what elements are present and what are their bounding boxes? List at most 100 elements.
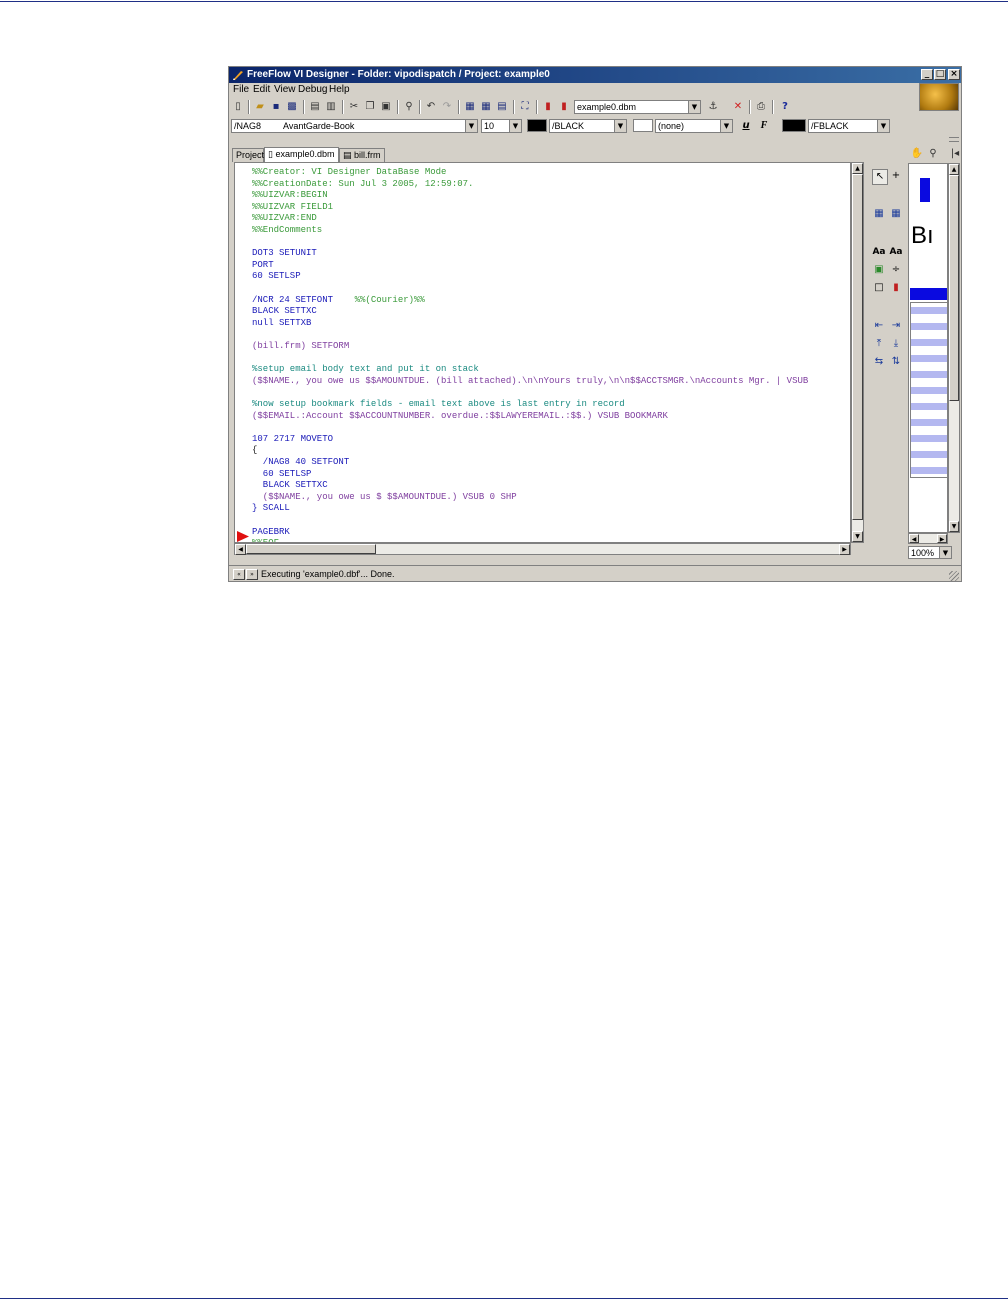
- menu-debug[interactable]: Debug: [298, 84, 327, 95]
- tab-project[interactable]: Project: [232, 148, 264, 162]
- bg-color-select[interactable]: (none) ▼: [655, 119, 733, 133]
- new-file-icon[interactable]: ▯: [231, 100, 245, 114]
- code-editor[interactable]: %%Creator: VI Designer DataBase Mode %%Cr…: [234, 162, 851, 543]
- image-icon[interactable]: ▣: [872, 263, 886, 277]
- file-select-value: example0.dbm: [577, 102, 637, 112]
- scroll-right-arrow-icon[interactable]: ▶: [937, 534, 947, 543]
- fb-color-swatch[interactable]: [782, 119, 806, 132]
- minimize-button[interactable]: _: [921, 69, 933, 80]
- divide-icon[interactable]: ÷: [889, 263, 903, 277]
- scroll-up-arrow-icon[interactable]: ▲: [949, 164, 959, 175]
- debug-icon[interactable]: ▮: [557, 100, 571, 114]
- menu-view[interactable]: View: [274, 84, 296, 95]
- tab-example0-dbm[interactable]: ▯ example0.dbm: [264, 147, 339, 162]
- menu-file[interactable]: File: [233, 84, 249, 95]
- distribute-h-icon[interactable]: ⇆: [872, 355, 886, 369]
- scroll-down-arrow-icon[interactable]: ▼: [852, 531, 863, 542]
- zoom-icon[interactable]: ⚲: [926, 147, 940, 161]
- fullscreen-icon[interactable]: ⛶: [518, 100, 532, 114]
- box-icon[interactable]: □: [872, 281, 886, 295]
- text-icon[interactable]: Aa: [872, 245, 886, 259]
- dropdown-arrow-icon[interactable]: ▼: [720, 120, 732, 132]
- scroll-left-arrow-icon[interactable]: ◀: [235, 544, 246, 555]
- find-icon[interactable]: ⚲: [402, 100, 416, 114]
- hand-icon[interactable]: ✋: [910, 147, 924, 161]
- dropdown-arrow-icon[interactable]: ▼: [509, 120, 521, 132]
- close-button[interactable]: ×: [948, 69, 960, 80]
- panel-edge-icon[interactable]: |◂: [948, 147, 961, 161]
- run-icon[interactable]: ▮: [541, 100, 555, 114]
- scroll-down-arrow-icon[interactable]: ▼: [949, 521, 959, 532]
- dropdown-arrow-icon[interactable]: ▼: [877, 120, 889, 132]
- scroll-up-arrow-icon[interactable]: ▲: [852, 163, 863, 174]
- font-size-select[interactable]: 10 ▼: [481, 119, 522, 133]
- underline-button[interactable]: u: [739, 119, 753, 133]
- code-vertical-scrollbar[interactable]: ▲ ▼: [851, 162, 864, 543]
- italic-button[interactable]: F: [757, 119, 771, 133]
- save-icon[interactable]: ▪: [269, 100, 283, 114]
- layout-single-icon[interactable]: ▦: [463, 100, 477, 114]
- code-horizontal-scrollbar[interactable]: ◀ ▶: [234, 543, 851, 555]
- preview-table-row: [911, 451, 947, 458]
- help-icon[interactable]: ?: [778, 100, 792, 114]
- bar-chart-icon[interactable]: ▮: [889, 281, 903, 295]
- distribute-v-icon[interactable]: ⇅: [889, 355, 903, 369]
- align-left-icon[interactable]: ⇤: [872, 319, 886, 333]
- preview-table-row: [911, 387, 947, 394]
- align-bottom-icon[interactable]: ⤓: [889, 337, 903, 351]
- text-color-select[interactable]: /BLACK ▼: [549, 119, 627, 133]
- align-right-icon[interactable]: ⇥: [889, 319, 903, 333]
- bg-color-swatch[interactable]: [633, 119, 653, 132]
- scroll-thumb[interactable]: [246, 544, 376, 554]
- toolbar-grip[interactable]: [949, 137, 959, 142]
- crosshair-icon[interactable]: +: [889, 169, 903, 183]
- scroll-thumb[interactable]: [852, 174, 863, 520]
- last-page-icon[interactable]: »: [246, 569, 258, 580]
- cut-icon[interactable]: ✂: [347, 100, 361, 114]
- code-line: %%UIZVAR:BEGIN: [252, 190, 328, 201]
- resize-grip-icon[interactable]: [949, 571, 959, 581]
- scroll-thumb[interactable]: [949, 175, 959, 401]
- dropdown-arrow-icon[interactable]: ▼: [939, 547, 951, 558]
- layout-split-icon[interactable]: ▦: [479, 100, 493, 114]
- preview-vertical-scrollbar[interactable]: ▲ ▼: [948, 163, 960, 533]
- code-line: %setup email body text and put it on sta…: [252, 364, 479, 375]
- text-color-swatch[interactable]: [527, 119, 547, 132]
- menu-edit[interactable]: Edit: [253, 84, 270, 95]
- window-icon[interactable]: ▤: [308, 100, 322, 114]
- undo-icon[interactable]: ↶: [424, 100, 438, 114]
- delete-icon[interactable]: ✕: [731, 100, 745, 114]
- redo-icon[interactable]: ↷: [440, 100, 454, 114]
- page-top-rule: [0, 1, 1008, 2]
- anchor-icon[interactable]: ⚓: [706, 100, 720, 114]
- file-select[interactable]: example0.dbm ▼: [574, 100, 701, 114]
- preview-canvas[interactable]: Bı: [908, 163, 948, 533]
- save-all-icon[interactable]: ▩: [285, 100, 299, 114]
- scroll-left-arrow-icon[interactable]: ◀: [909, 534, 919, 543]
- dropdown-arrow-icon[interactable]: ▼: [688, 101, 700, 113]
- grid-fine-icon[interactable]: ▦: [889, 207, 903, 221]
- maximize-button[interactable]: □: [934, 69, 946, 80]
- grid-icon[interactable]: ▦: [872, 207, 886, 221]
- tab-bill-frm[interactable]: ▤ bill.frm: [339, 148, 385, 162]
- zoom-select[interactable]: 100% ▼: [908, 546, 952, 559]
- windows-icon[interactable]: ▥: [324, 100, 338, 114]
- menu-help[interactable]: Help: [329, 84, 350, 95]
- open-folder-icon[interactable]: ▰: [253, 100, 267, 114]
- first-page-icon[interactable]: «: [233, 569, 245, 580]
- dropdown-arrow-icon[interactable]: ▼: [465, 120, 477, 132]
- pointer-icon[interactable]: ↖: [872, 169, 888, 185]
- copy-icon[interactable]: ❐: [363, 100, 377, 114]
- print-icon[interactable]: ⎙: [754, 100, 768, 114]
- layout-list-icon[interactable]: ▤: [495, 100, 509, 114]
- align-top-icon[interactable]: ⤒: [872, 337, 886, 351]
- scroll-right-arrow-icon[interactable]: ▶: [839, 544, 850, 555]
- text-block-icon[interactable]: Aa: [889, 245, 903, 259]
- dropdown-arrow-icon[interactable]: ▼: [614, 120, 626, 132]
- paste-icon[interactable]: ▣: [379, 100, 393, 114]
- fb-color-select[interactable]: /FBLACK ▼: [808, 119, 890, 133]
- code-line: ($$EMAIL.:Account $$ACCOUNTNUMBER. overd…: [252, 410, 668, 421]
- font-select[interactable]: /NAG8 AvantGarde-Book ▼: [231, 119, 478, 133]
- menu-bar: File Edit View Debug Help: [229, 83, 919, 97]
- preview-horizontal-scrollbar[interactable]: ◀ ▶: [908, 533, 948, 544]
